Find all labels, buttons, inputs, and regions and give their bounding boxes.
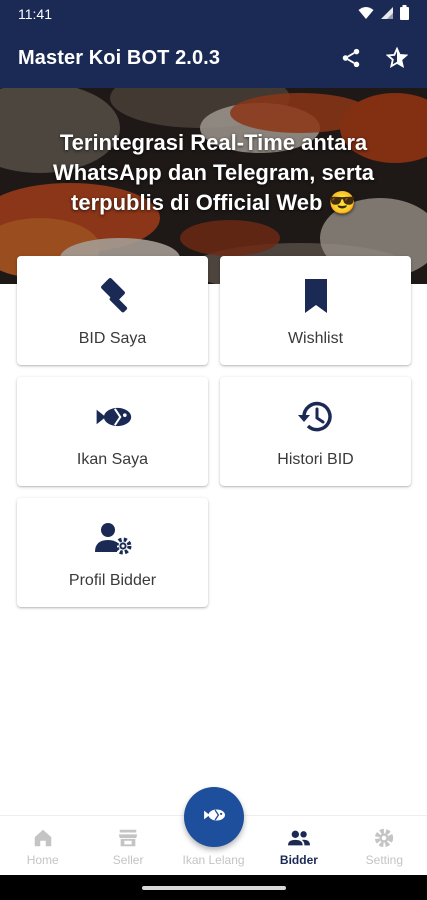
star-half-icon[interactable] bbox=[385, 46, 409, 70]
store-icon bbox=[116, 826, 140, 850]
menu-card-label: Ikan Saya bbox=[76, 451, 149, 468]
nav-item-setting[interactable]: Setting bbox=[342, 816, 427, 875]
fish-icon bbox=[93, 397, 133, 437]
bookmark-icon bbox=[296, 276, 336, 316]
menu-card-bid-saya[interactable]: BID Saya bbox=[17, 256, 208, 365]
nav-item-seller[interactable]: Seller bbox=[85, 816, 170, 875]
nav-label: Bidder bbox=[279, 853, 318, 867]
ikan-lelang-fab[interactable] bbox=[184, 787, 244, 847]
history-icon bbox=[296, 397, 336, 437]
system-navigation-bar bbox=[0, 875, 427, 900]
nav-label: Seller bbox=[112, 853, 144, 867]
menu-card-ikan-saya[interactable]: Ikan Saya bbox=[17, 377, 208, 486]
nav-item-bidder[interactable]: Bidder bbox=[256, 816, 341, 875]
signal-icon bbox=[380, 6, 394, 23]
nav-label: Home bbox=[26, 853, 59, 867]
people-icon bbox=[287, 826, 311, 850]
app-bar-actions bbox=[339, 46, 409, 70]
menu-card-label: Histori BID bbox=[277, 451, 354, 468]
gavel-icon bbox=[93, 276, 133, 316]
app-title: Master Koi BOT 2.0.3 bbox=[18, 46, 221, 69]
app-screen: 11:41 Master Koi BOT 2.0.3 Terintegrasi … bbox=[0, 0, 427, 900]
fish-icon bbox=[199, 804, 229, 831]
nav-item-home[interactable]: Home bbox=[0, 816, 85, 875]
menu-card-label: Profil Bidder bbox=[68, 572, 157, 589]
menu-card-label: Wishlist bbox=[287, 330, 344, 347]
wifi-icon bbox=[358, 6, 374, 23]
status-bar: 11:41 bbox=[0, 0, 427, 28]
share-icon[interactable] bbox=[339, 46, 363, 70]
nav-label: Ikan Lelang bbox=[182, 853, 245, 867]
hero-banner: Terintegrasi Real-Time antara WhatsApp d… bbox=[0, 88, 427, 284]
menu-card-label: BID Saya bbox=[78, 330, 147, 347]
status-icons bbox=[358, 5, 409, 23]
gear-icon bbox=[372, 826, 396, 850]
battery-icon bbox=[400, 5, 409, 23]
status-time: 11:41 bbox=[18, 6, 52, 22]
nav-label: Setting bbox=[365, 853, 403, 867]
hero-headline: Terintegrasi Real-Time antara WhatsApp d… bbox=[52, 130, 375, 215]
menu-card-histori-bid[interactable]: Histori BID bbox=[220, 377, 411, 486]
gesture-handle[interactable] bbox=[141, 885, 286, 890]
user-gear-icon bbox=[93, 518, 133, 558]
home-icon bbox=[31, 826, 55, 850]
app-bar: Master Koi BOT 2.0.3 bbox=[0, 28, 427, 88]
menu-card-profil-bidder[interactable]: Profil Bidder bbox=[17, 498, 208, 607]
menu-card-wishlist[interactable]: Wishlist bbox=[220, 256, 411, 365]
